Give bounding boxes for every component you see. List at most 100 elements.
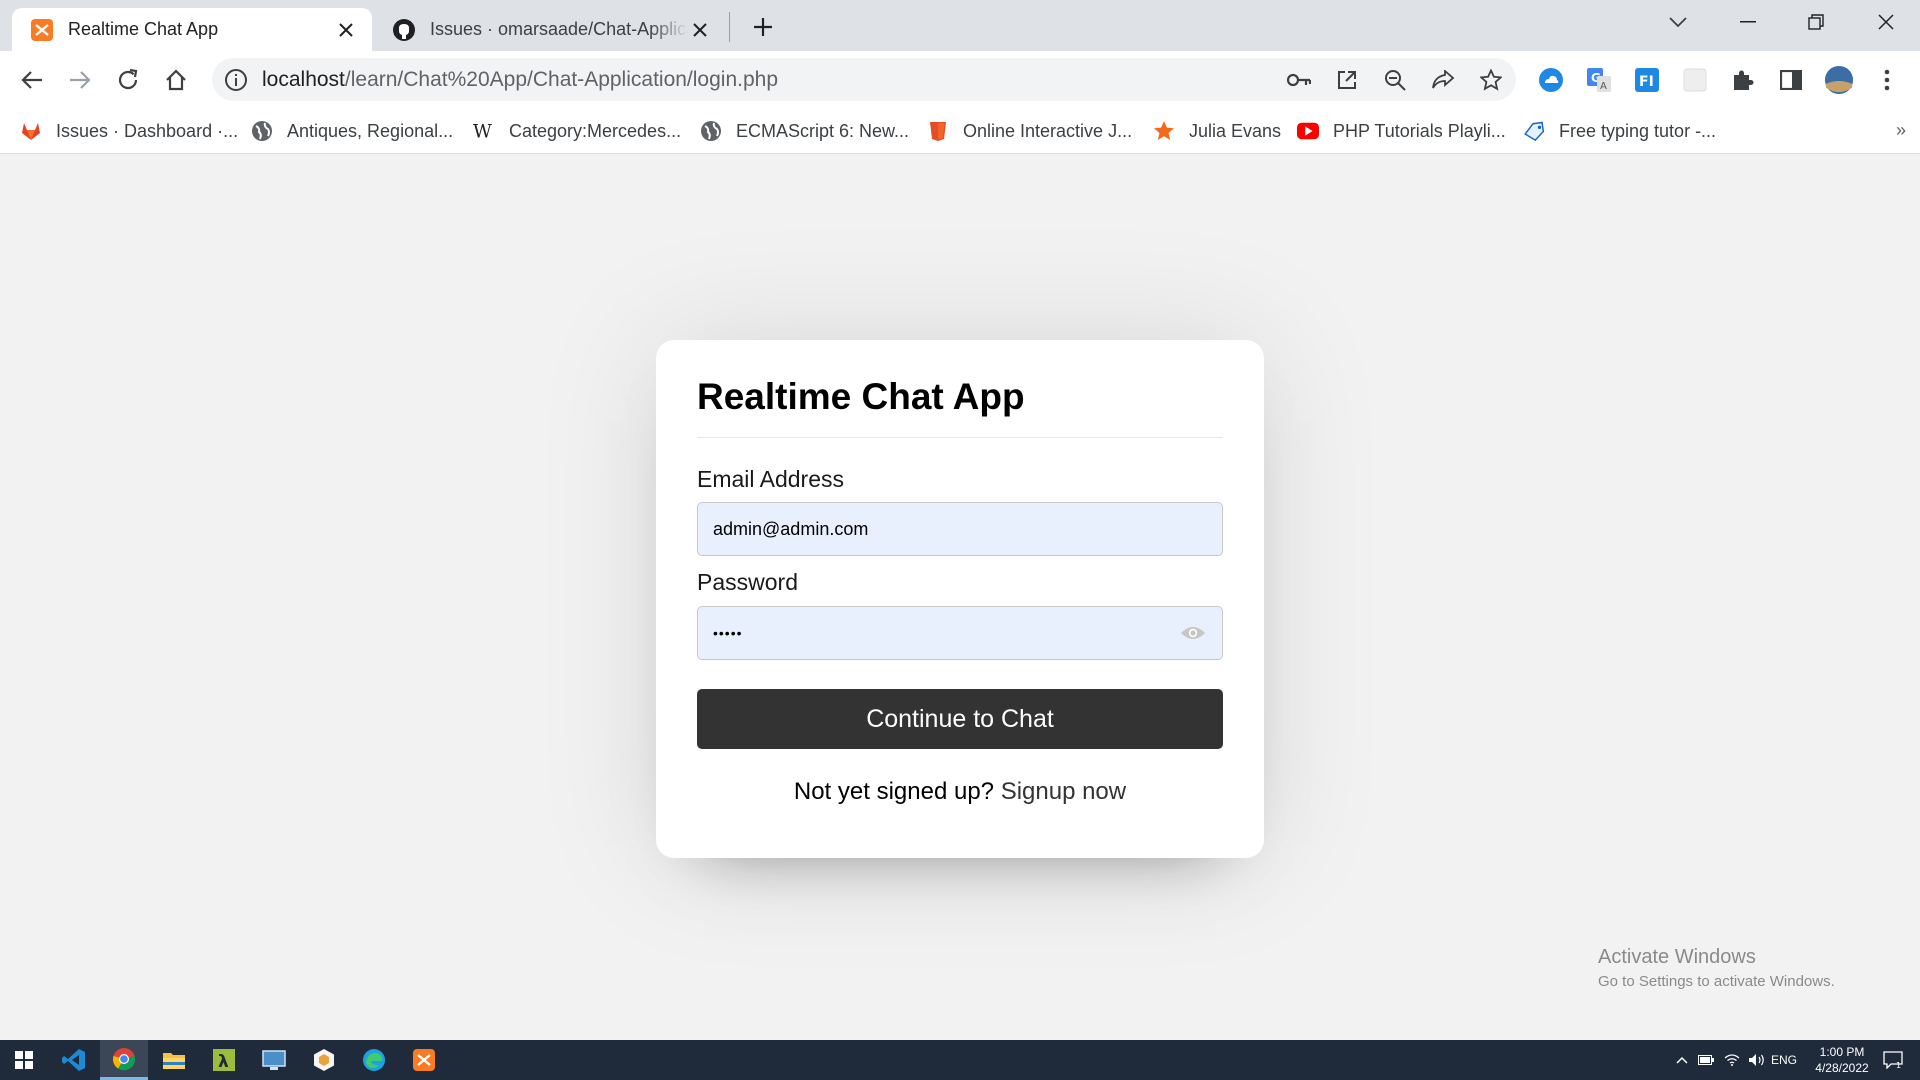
notification-count: 1 <box>1896 1061 1901 1069</box>
chrome-icon[interactable] <box>100 1040 148 1080</box>
key-icon[interactable] <box>1286 67 1312 93</box>
bookmark-item[interactable]: Issues · Dashboard ·... <box>20 117 238 145</box>
bookmark-item[interactable]: W Category:Mercedes... <box>473 117 681 145</box>
home-icon[interactable] <box>158 62 194 98</box>
watermark-subtitle: Go to Settings to activate Windows. <box>1598 973 1835 990</box>
bookmarks-overflow-chevron-icon[interactable]: » <box>1896 120 1906 141</box>
close-window-icon[interactable] <box>1866 6 1906 38</box>
password-label: Password <box>697 569 798 595</box>
notifications-icon[interactable]: 1 <box>1878 1040 1908 1080</box>
minimize-icon[interactable] <box>1728 6 1768 38</box>
address-bar[interactable]: localhost/learn/Chat%20App/Chat-Applicat… <box>212 58 1516 101</box>
lambda-app-icon[interactable]: λ <box>200 1040 248 1080</box>
windows-start-icon[interactable] <box>0 1040 48 1080</box>
globe-icon <box>251 120 273 142</box>
url-host: localhost <box>262 68 345 91</box>
svg-text:λ: λ <box>218 1052 229 1072</box>
email-label: Email Address <box>697 466 845 492</box>
signup-prompt: Not yet signed up? <box>793 778 995 805</box>
bookmarks-bar: Issues · Dashboard ·... Antiques, Region… <box>0 108 1920 154</box>
bookmark-item[interactable]: Antiques, Regional... <box>251 117 453 145</box>
zoom-out-icon[interactable] <box>1382 67 1408 93</box>
tab-title: Issues · omarsaade/Chat-Application <box>430 19 688 39</box>
password-value: ••••• <box>713 625 743 641</box>
side-panel-icon[interactable] <box>1776 65 1806 95</box>
gitlab-icon <box>20 120 42 142</box>
bookmark-label: PHP Tutorials Playli... <box>1333 120 1506 141</box>
hexagon-app-icon[interactable] <box>300 1040 348 1080</box>
site-info-icon[interactable] <box>224 68 248 92</box>
url-path: /learn/Chat%20App/Chat-Application/login… <box>344 68 779 91</box>
font-identifier-icon[interactable]: FI <box>1632 65 1662 95</box>
close-tab-icon[interactable] <box>688 18 712 42</box>
volume-icon[interactable] <box>1746 1040 1768 1080</box>
email-field[interactable]: admin@admin.com <box>697 502 1223 556</box>
tray-chevron-up-icon[interactable] <box>1672 1040 1692 1080</box>
bookmark-label: Issues · Dashboard ·... <box>56 120 239 141</box>
back-arrow-icon[interactable] <box>14 62 50 98</box>
wikipedia-icon: W <box>473 120 495 142</box>
vscode-icon[interactable] <box>50 1040 98 1080</box>
bookmark-item[interactable]: Julia Evans <box>1153 117 1281 145</box>
youtube-icon <box>1297 120 1319 142</box>
github-icon <box>392 18 416 42</box>
new-tab-plus-icon[interactable] <box>748 12 778 42</box>
svg-text:A: A <box>1600 81 1607 92</box>
url-text: localhost/learn/Chat%20App/Chat-Applicat… <box>262 68 778 92</box>
forward-arrow-icon[interactable] <box>62 62 98 98</box>
login-card: Realtime Chat App Email Address admin@ad… <box>656 340 1264 858</box>
signup-now-link[interactable]: Signup now <box>1001 778 1126 805</box>
bookmark-label: Antiques, Regional... <box>287 120 454 141</box>
cloud-extension-icon[interactable] <box>1536 65 1566 95</box>
bookmark-label: Category:Mercedes... <box>509 120 682 141</box>
shield-icon <box>927 120 949 142</box>
tab-github-issues[interactable]: Issues · omarsaade/Chat-Application <box>374 8 726 51</box>
tab-separator <box>729 12 730 42</box>
continue-to-chat-button[interactable]: Continue to Chat <box>697 689 1223 749</box>
profile-avatar[interactable] <box>1824 65 1854 95</box>
eye-icon[interactable] <box>1179 619 1207 647</box>
xampp-icon <box>30 18 54 42</box>
bookmark-star-icon[interactable] <box>1478 67 1504 93</box>
wifi-icon[interactable] <box>1722 1040 1742 1080</box>
page-content: Realtime Chat App Email Address admin@ad… <box>0 154 1920 1040</box>
edge-icon[interactable] <box>350 1040 398 1080</box>
bookmark-item[interactable]: Online Interactive J... <box>927 117 1132 145</box>
tab-title: Realtime Chat App <box>68 19 219 39</box>
windows-taskbar: λ ENG 1:00 PM 4/28/2022 1 <box>0 1040 1920 1080</box>
password-field[interactable]: ••••• <box>697 606 1223 660</box>
bookmark-item[interactable]: PHP Tutorials Playli... <box>1297 117 1506 145</box>
svg-text:W: W <box>473 121 492 141</box>
bookmark-item[interactable]: ECMAScript 6: New... <box>700 117 909 145</box>
tab-search-chevron-down-icon[interactable] <box>1658 6 1698 38</box>
kebab-menu-icon[interactable] <box>1872 65 1902 95</box>
desktop-app-icon[interactable] <box>250 1040 298 1080</box>
title-divider <box>697 437 1223 438</box>
close-tab-icon[interactable] <box>334 18 358 42</box>
activate-windows-watermark: Activate Windows Go to Settings to activ… <box>1598 946 1835 990</box>
globe-icon <box>700 120 722 142</box>
system-clock[interactable]: 1:00 PM 4/28/2022 <box>1800 1044 1884 1076</box>
watermark-title: Activate Windows <box>1598 946 1756 968</box>
open-in-app-icon[interactable] <box>1334 67 1360 93</box>
grid-extension-icon[interactable] <box>1680 65 1710 95</box>
clock-date: 4/28/2022 <box>1815 1061 1869 1075</box>
email-value: admin@admin.com <box>713 518 869 539</box>
browser-toolbar: localhost/learn/Chat%20App/Chat-Applicat… <box>0 51 1920 108</box>
battery-icon[interactable] <box>1696 1040 1716 1080</box>
browser-tabstrip: Realtime Chat App Issues · omarsaade/Cha… <box>0 0 1920 51</box>
clock-time: 1:00 PM <box>1819 1045 1865 1059</box>
signup-prompt-line: Not yet signed up? Signup now <box>656 778 1264 806</box>
file-explorer-icon[interactable] <box>150 1040 198 1080</box>
google-translate-icon[interactable]: GA <box>1584 65 1614 95</box>
restore-icon[interactable] <box>1796 6 1836 38</box>
share-icon[interactable] <box>1430 67 1456 93</box>
xampp-taskbar-icon[interactable] <box>400 1040 448 1080</box>
extensions-puzzle-icon[interactable] <box>1728 65 1758 95</box>
tag-icon <box>1523 120 1545 142</box>
star-icon <box>1153 120 1175 142</box>
bookmark-item[interactable]: Free typing tutor -... <box>1523 117 1716 145</box>
tab-realtime-chat-app[interactable]: Realtime Chat App <box>12 8 372 51</box>
language-indicator[interactable]: ENG <box>1770 1040 1798 1080</box>
reload-icon[interactable] <box>110 62 146 98</box>
